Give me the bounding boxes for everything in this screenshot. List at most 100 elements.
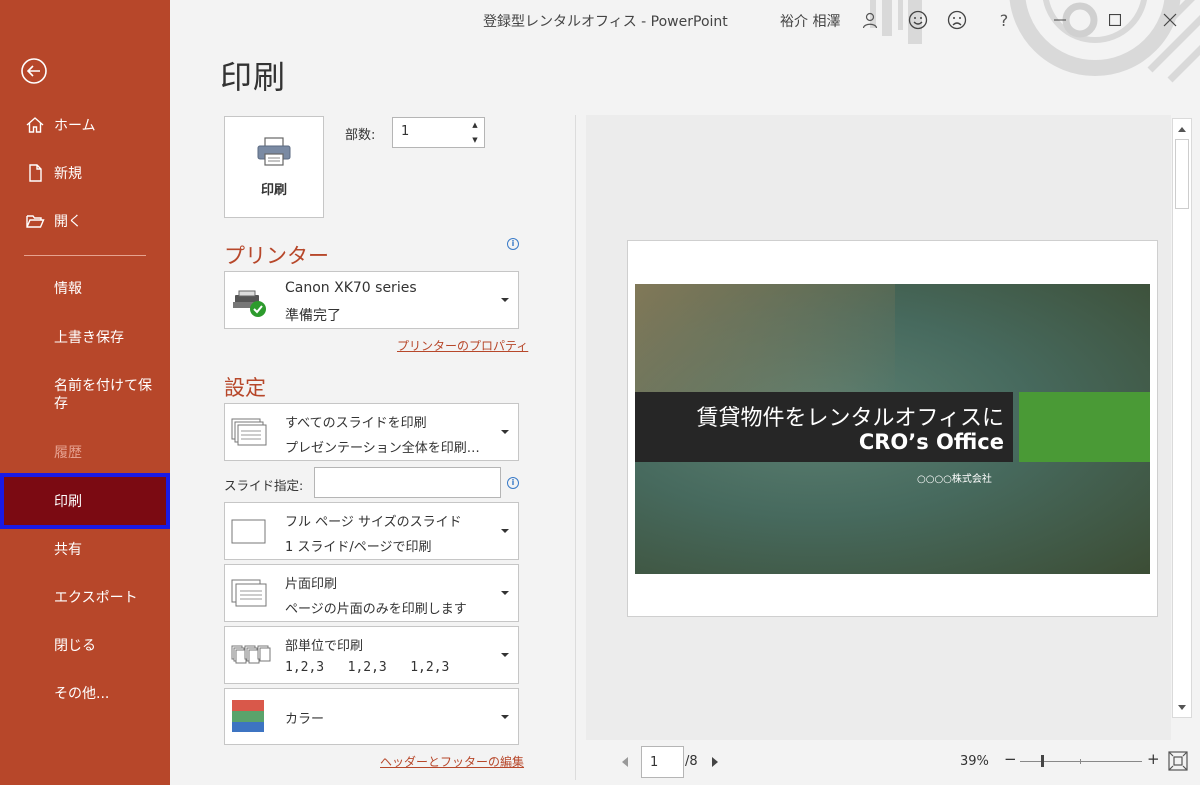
chevron-down-icon [501, 298, 509, 302]
help-icon[interactable]: ? [991, 7, 1017, 33]
zoom-in-button[interactable]: + [1147, 750, 1160, 768]
layout-dropdown[interactable]: フル ページ サイズのスライド 1 スライド/ページで印刷 [224, 502, 519, 560]
zoom-to-page-icon[interactable] [1168, 751, 1188, 771]
scroll-thumb[interactable] [1175, 139, 1189, 209]
color-dropdown[interactable]: カラー [224, 688, 519, 745]
smile-feedback-icon[interactable] [905, 7, 931, 33]
window-title: 登録型レンタルオフィス - PowerPoint [483, 14, 728, 30]
nav-divider [24, 255, 146, 256]
title-bar: 登録型レンタルオフィス - PowerPoint 裕介 相澤 ? [170, 0, 1200, 83]
nav-item-print[interactable]: 印刷 [0, 473, 170, 529]
chevron-down-icon [501, 529, 509, 533]
printer-ready-icon [231, 288, 269, 318]
back-arrow-icon[interactable] [20, 57, 48, 85]
print-range-dropdown[interactable]: すべてのスライドを印刷 プレゼンテーション全体を印刷… [224, 403, 519, 461]
nav-item-label: 共有 [54, 542, 82, 558]
slide-tint [635, 284, 895, 394]
full-page-slide-icon [231, 519, 267, 545]
collate-dropdown[interactable]: 部単位で印刷 1,2,3 1,2,3 1,2,3 [224, 626, 519, 684]
header-footer-link[interactable]: ヘッダーとフッターの編集 [380, 753, 524, 770]
printer-section-title: プリンター [224, 244, 329, 268]
preview-scrollbar[interactable] [1172, 118, 1192, 718]
nav-item-save-as[interactable]: 名前を付けて保存 [0, 377, 170, 427]
nav-item-new[interactable]: 新規 [0, 153, 170, 193]
printer-status: 準備完了 [285, 308, 341, 324]
color-swatch-icon [231, 699, 265, 733]
printer-properties-link[interactable]: プリンターのプロパティ [397, 337, 528, 354]
home-icon [24, 114, 46, 136]
user-name[interactable]: 裕介 相澤 [780, 11, 840, 31]
zoom-level: 39% [960, 754, 989, 769]
nav-item-label: 印刷 [54, 494, 82, 510]
collate-icon [231, 645, 271, 667]
printer-name: Canon XK70 series [285, 280, 417, 296]
close-icon[interactable] [1157, 7, 1183, 33]
scroll-down-icon[interactable] [1173, 698, 1191, 716]
slide-preview: 賃貸物件をレンタルオフィスに CRO’s Office ○○○○株式会社 [635, 284, 1150, 574]
color-title: カラー [285, 712, 325, 727]
nav-item-close[interactable]: 閉じる [0, 625, 170, 665]
slide-company: ○○○○株式会社 [917, 474, 992, 485]
nav-item-label: 開く [54, 214, 82, 230]
collate-subtitle: 1,2,3 1,2,3 1,2,3 [285, 660, 450, 675]
zoom-slider-center-tick [1080, 759, 1081, 764]
info-icon[interactable]: i [507, 477, 519, 489]
print-range-subtitle: プレゼンテーション全体を印刷… [285, 441, 480, 456]
layout-subtitle: 1 スライド/ページで印刷 [285, 540, 432, 555]
nav-item-label: 上書き保存 [54, 330, 124, 346]
nav-item-home[interactable]: ホーム [0, 105, 170, 145]
chevron-down-icon [501, 715, 509, 719]
printer-icon [256, 136, 292, 171]
page-total: /8 [685, 754, 698, 769]
printer-dropdown[interactable]: Canon XK70 series 準備完了 [224, 271, 519, 329]
previous-page-icon[interactable] [622, 757, 628, 767]
slides-input[interactable] [314, 467, 501, 498]
zoom-out-button[interactable]: − [1004, 750, 1017, 768]
print-range-title: すべてのスライドを印刷 [285, 416, 427, 431]
maximize-icon[interactable] [1102, 7, 1128, 33]
print-button[interactable]: 印刷 [224, 116, 324, 218]
nav-item-more[interactable]: その他... [0, 673, 170, 713]
collate-title: 部単位で印刷 [285, 639, 364, 654]
settings-section-title: 設定 [224, 376, 266, 400]
nav-item-label: その他... [54, 686, 110, 702]
copies-label: 部数: [345, 128, 376, 143]
backstage-nav: ホーム 新規 開く 情報 上書き保存 名前を付けて保存 履歴 印刷 共有 エクス… [0, 0, 170, 785]
nav-item-export[interactable]: エクスポート [0, 577, 170, 617]
minimize-icon[interactable] [1047, 7, 1073, 33]
info-icon[interactable]: i [507, 238, 519, 250]
nav-item-share[interactable]: 共有 [0, 529, 170, 569]
page-title: 印刷 [220, 58, 287, 96]
scroll-up-icon[interactable] [1173, 120, 1191, 138]
nav-item-label: ホーム [54, 118, 96, 134]
spin-up-icon[interactable]: ▲ [472, 121, 477, 129]
nav-item-label: エクスポート [54, 590, 138, 606]
layout-title: フル ページ サイズのスライド [285, 515, 462, 530]
zoom-slider-thumb[interactable] [1041, 755, 1044, 767]
nav-item-open[interactable]: 開く [0, 201, 170, 241]
slide-title-line2: CRO’s Office [858, 430, 1004, 454]
nav-item-label: 閉じる [54, 638, 96, 654]
page-number-input[interactable]: 1 [641, 746, 684, 778]
account-icon[interactable] [857, 7, 883, 33]
slide-accent-block [1019, 392, 1150, 462]
sides-title: 片面印刷 [285, 577, 338, 592]
nav-item-label: 名前を付けて保存 [54, 378, 152, 412]
zoom-slider-track[interactable] [1020, 761, 1142, 762]
nav-item-info[interactable]: 情報 [0, 268, 170, 308]
slides-label: スライド指定: [224, 478, 304, 493]
print-button-label: 印刷 [260, 182, 287, 198]
new-file-icon [24, 162, 46, 184]
nav-item-label: 情報 [54, 281, 82, 297]
nav-item-label: 履歴 [54, 445, 82, 461]
copies-spinner[interactable]: ▲ ▼ [468, 118, 482, 147]
chevron-down-icon [501, 653, 509, 657]
sides-subtitle: ページの片面のみを印刷します [285, 602, 467, 617]
sides-dropdown[interactable]: 片面印刷 ページの片面のみを印刷します [224, 564, 519, 622]
spin-down-icon[interactable]: ▼ [472, 136, 477, 144]
nav-item-save[interactable]: 上書き保存 [0, 317, 170, 357]
one-sided-icon [231, 579, 269, 609]
frown-feedback-icon[interactable] [944, 7, 970, 33]
chevron-down-icon [501, 591, 509, 595]
next-page-icon[interactable] [712, 757, 718, 767]
